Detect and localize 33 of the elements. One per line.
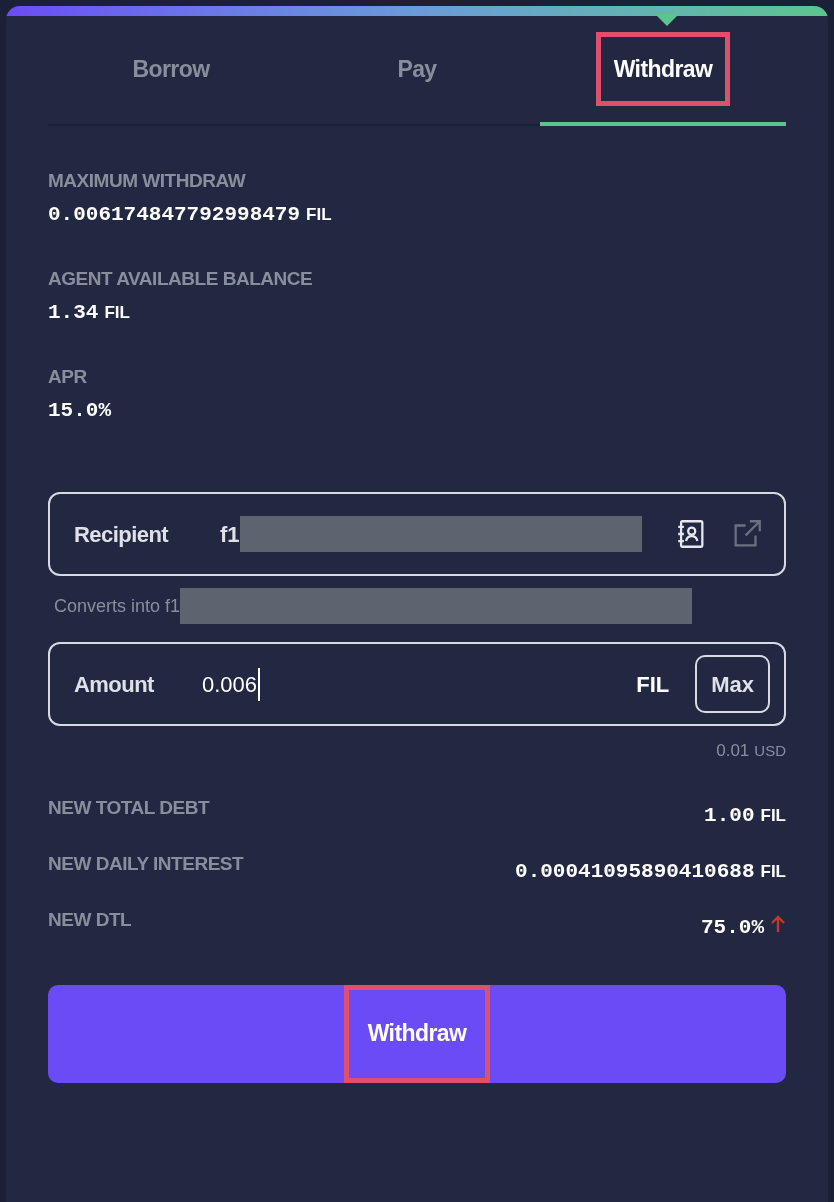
tab[interactable]: Borrow bbox=[114, 32, 228, 106]
convert-hint: Converts into f1 bbox=[54, 594, 181, 618]
unit-label: FIL bbox=[636, 670, 670, 699]
summary-value: 0.00041095890410688 bbox=[515, 858, 755, 885]
summary-label: NEW DAILY INTEREST bbox=[48, 851, 244, 876]
button-label: Withdraw bbox=[343, 984, 491, 1083]
tab[interactable]: Pay bbox=[379, 32, 455, 106]
amount-field[interactable]: Amount 0.006 FIL Max bbox=[48, 642, 786, 726]
tab[interactable]: Withdraw bbox=[595, 32, 731, 106]
unit-label: FIL bbox=[760, 804, 786, 827]
max-button[interactable]: Max bbox=[695, 655, 770, 713]
field-value: f1 bbox=[220, 520, 240, 549]
summary-label: NEW DTL bbox=[48, 907, 132, 932]
field-label: Recipient bbox=[74, 520, 170, 549]
field-label: Amount bbox=[74, 670, 155, 699]
field-value: 0.006 bbox=[202, 667, 261, 701]
summary-label: NEW TOTAL DEBT bbox=[48, 795, 210, 820]
stat-label: MAXIMUM WITHDRAW bbox=[48, 170, 247, 192]
unit-label: FIL bbox=[104, 302, 130, 324]
pointer-notch bbox=[655, 14, 679, 26]
unit-label: FIL bbox=[760, 860, 786, 883]
summary-value: 1.00 bbox=[704, 802, 755, 829]
withdraw-button[interactable]: Withdraw bbox=[48, 984, 786, 1083]
stat-value: 0.006174847792998479 bbox=[48, 202, 301, 228]
recipient-field[interactable]: Recipient f1 bbox=[48, 492, 786, 576]
unit-label: USD bbox=[754, 741, 786, 761]
stat-value: 15.0% bbox=[48, 398, 111, 424]
stat-value: 1.34 bbox=[48, 300, 99, 326]
summary-value: 75.0% bbox=[701, 914, 764, 941]
unit-label: FIL bbox=[306, 204, 332, 226]
usd-value: 0.01 bbox=[716, 740, 750, 762]
stat-label: AGENT AVAILABLE BALANCE bbox=[48, 268, 314, 290]
stat-label: APR bbox=[48, 366, 88, 388]
